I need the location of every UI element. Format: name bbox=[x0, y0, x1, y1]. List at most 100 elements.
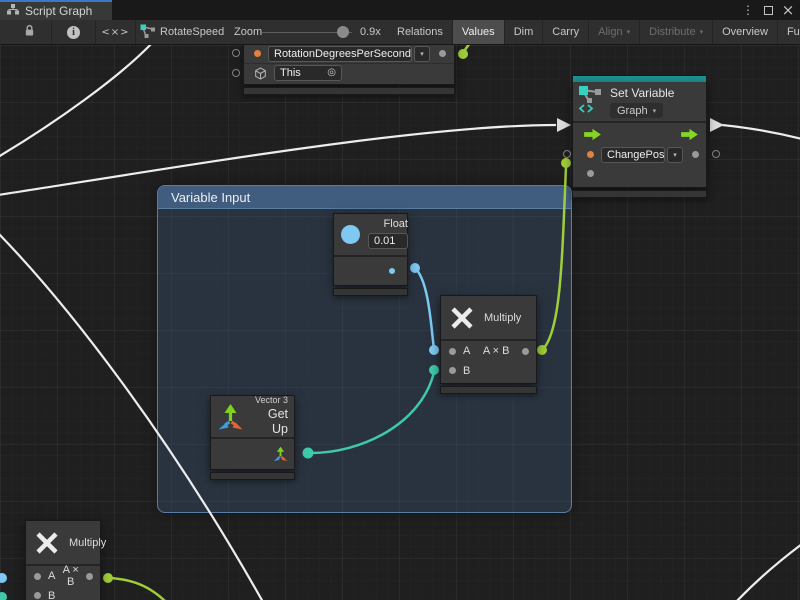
tab-script-graph[interactable]: Script Graph bbox=[0, 0, 112, 20]
zoom-slider-handle[interactable] bbox=[337, 26, 349, 38]
input-a-port[interactable] bbox=[449, 348, 456, 355]
group-title: Variable Input bbox=[171, 190, 250, 205]
set-variable-icon bbox=[579, 86, 603, 118]
target-value: This bbox=[280, 66, 301, 80]
multiply-icon bbox=[449, 305, 475, 331]
node-float-literal[interactable]: Float 0.01 bbox=[333, 213, 408, 296]
value-port-hollow[interactable] bbox=[232, 69, 240, 77]
group-header[interactable]: Variable Input bbox=[158, 186, 571, 209]
node-footer bbox=[333, 288, 408, 296]
maximize-icon[interactable] bbox=[760, 2, 776, 18]
node-footer bbox=[440, 386, 537, 394]
result-label: A × B bbox=[62, 564, 79, 588]
chevron-down-icon: ▾ bbox=[627, 28, 631, 36]
node-set-variable[interactable]: Set Variable Graph ▾ bbox=[572, 75, 707, 198]
menu-icon[interactable]: ⋮ bbox=[740, 2, 756, 18]
node-header[interactable]: Multiply bbox=[441, 296, 536, 341]
node-footer bbox=[210, 472, 295, 480]
scope-label: Graph bbox=[617, 105, 648, 117]
node-title: Float bbox=[368, 218, 408, 230]
relations-button[interactable]: Relations bbox=[388, 20, 453, 44]
wire-white-topleft bbox=[0, 45, 153, 157]
variable-name-field[interactable]: RotationDegreesPerSecond bbox=[268, 46, 412, 62]
float-value-field[interactable]: 0.01 bbox=[368, 233, 408, 249]
window-tab-bar: Script Graph ⋮ × bbox=[0, 0, 800, 20]
output-row bbox=[334, 257, 407, 285]
values-button[interactable]: Values bbox=[453, 20, 505, 44]
value-port-hollow[interactable] bbox=[563, 150, 571, 158]
node-title: Get Up bbox=[250, 407, 288, 438]
input-b-port[interactable] bbox=[449, 367, 456, 374]
variable-port[interactable] bbox=[254, 50, 261, 57]
chevron-down-icon: ▾ bbox=[700, 28, 704, 36]
float-output-port[interactable] bbox=[389, 268, 395, 274]
align-button[interactable]: Align ▾ bbox=[589, 20, 640, 44]
variable-name-row: ChangePos ▾ bbox=[573, 145, 706, 164]
wire-white-bottomright bbox=[736, 544, 800, 600]
node-multiply[interactable]: Multiply A A × B B bbox=[440, 295, 537, 394]
overview-button[interactable]: Overview bbox=[713, 20, 778, 44]
code-view-button[interactable]: <×> bbox=[96, 20, 136, 44]
node-get-variable[interactable]: RotationDegreesPerSecond ▾ This ◎ bbox=[243, 45, 455, 95]
value-port-hollow[interactable] bbox=[712, 150, 720, 158]
carry-button[interactable]: Carry bbox=[543, 20, 589, 44]
vector3-output-port[interactable] bbox=[273, 446, 288, 462]
dim-button[interactable]: Dim bbox=[505, 20, 544, 44]
node-header[interactable]: Multiply bbox=[26, 521, 100, 566]
variable-port[interactable] bbox=[587, 151, 594, 158]
input-a-label: A bbox=[48, 570, 55, 582]
fullscreen-button[interactable]: Full Screen bbox=[778, 20, 800, 44]
tab-title: Script Graph bbox=[25, 4, 92, 18]
wire-endpoint bbox=[561, 158, 571, 168]
wire-endpoint bbox=[0, 573, 7, 583]
input-b-label: B bbox=[48, 590, 55, 600]
input-a-port[interactable] bbox=[34, 573, 41, 580]
node-footer bbox=[243, 87, 455, 95]
info-button[interactable]: i bbox=[52, 20, 96, 44]
distribute-button[interactable]: Distribute ▾ bbox=[640, 20, 713, 44]
distribute-label: Distribute bbox=[649, 26, 695, 38]
cube-icon bbox=[254, 67, 267, 80]
float-type-icon bbox=[341, 225, 360, 244]
node-multiply-2[interactable]: Multiply A A × B B bbox=[25, 520, 101, 600]
node-footer bbox=[572, 190, 707, 198]
node-vector3-get-up[interactable]: Vector 3 Get Up bbox=[210, 395, 295, 480]
node-type-label: Vector 3 bbox=[250, 395, 288, 406]
wire-green-getvariable bbox=[463, 45, 478, 54]
node-header[interactable]: Float 0.01 bbox=[334, 214, 407, 257]
info-icon: i bbox=[67, 26, 80, 39]
multiply-icon bbox=[34, 530, 60, 556]
vector3-icon bbox=[217, 403, 244, 431]
dropdown-arrow-icon[interactable]: ▾ bbox=[414, 46, 430, 62]
node-header[interactable]: Set Variable Graph ▾ bbox=[573, 82, 706, 123]
graph-canvas[interactable]: Variable Input bbox=[0, 45, 800, 600]
target-field[interactable]: This ◎ bbox=[274, 65, 342, 81]
value-input-port[interactable] bbox=[587, 170, 594, 177]
flow-row bbox=[573, 123, 706, 145]
result-port[interactable] bbox=[522, 348, 529, 355]
node-accent-bar bbox=[572, 75, 707, 82]
value-port-hollow[interactable] bbox=[232, 49, 240, 57]
value-output-port[interactable] bbox=[439, 50, 446, 57]
object-picker-icon[interactable]: ◎ bbox=[327, 66, 336, 80]
variable-scope-button[interactable]: Graph ▾ bbox=[610, 103, 663, 118]
graph-reference[interactable]: RotateSpeed bbox=[140, 20, 224, 44]
node-title: Multiply bbox=[69, 537, 106, 549]
node-header[interactable]: Vector 3 Get Up bbox=[211, 396, 294, 439]
flow-arrowhead-out bbox=[710, 118, 724, 132]
flow-output-port[interactable] bbox=[680, 128, 699, 141]
input-a-row: A A × B bbox=[441, 341, 536, 361]
input-b-port[interactable] bbox=[34, 592, 41, 599]
window-controls: ⋮ × bbox=[740, 0, 796, 20]
variable-name-field[interactable]: ChangePos bbox=[601, 147, 665, 163]
result-port[interactable] bbox=[86, 573, 93, 580]
dropdown-arrow-icon[interactable]: ▾ bbox=[667, 147, 683, 163]
flow-input-port[interactable] bbox=[583, 128, 602, 141]
value-output-port[interactable] bbox=[692, 151, 699, 158]
close-icon[interactable]: × bbox=[780, 2, 796, 18]
wire-white-from-setvariable bbox=[722, 125, 800, 139]
target-row: This ◎ bbox=[244, 63, 454, 82]
input-b-row: B bbox=[441, 361, 536, 380]
lock-button[interactable] bbox=[8, 20, 52, 44]
graph-ref-icon bbox=[140, 24, 155, 41]
